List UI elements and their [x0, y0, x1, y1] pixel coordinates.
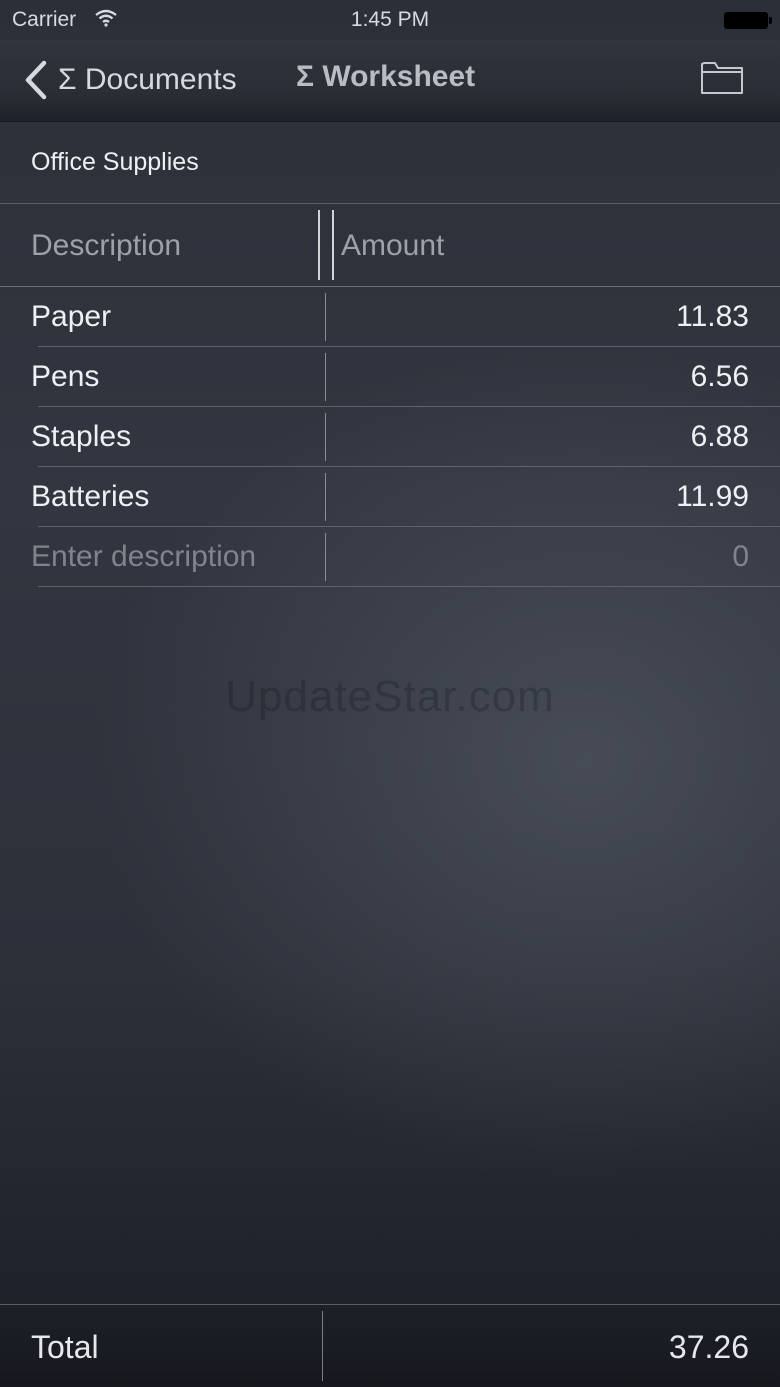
column-resize-handle[interactable]	[318, 210, 334, 280]
page-title: Σ Worksheet	[296, 60, 476, 93]
sheet-title-row[interactable]: Office Supplies	[0, 122, 780, 204]
description-cell[interactable]: Batteries	[31, 480, 149, 514]
table-row[interactable]: Pens 6.56	[0, 347, 780, 407]
navigation-bar: Σ Documents Σ Worksheet	[0, 40, 780, 122]
description-cell[interactable]: Paper	[31, 300, 111, 334]
watermark: UpdateStar.com	[225, 672, 555, 721]
amount-cell[interactable]: 6.88	[691, 420, 749, 454]
column-divider	[325, 533, 326, 581]
column-divider	[325, 413, 326, 461]
amount-cell[interactable]: 11.83	[676, 300, 749, 334]
amount-input[interactable]: 0	[732, 540, 749, 574]
battery-icon	[724, 12, 772, 29]
folder-icon[interactable]	[700, 58, 744, 101]
table-header: Description Amount	[0, 204, 780, 287]
total-label: Total	[31, 1329, 99, 1365]
column-header-description[interactable]: Description	[31, 229, 181, 263]
column-divider	[322, 1311, 323, 1381]
chevron-left-icon	[25, 60, 47, 100]
column-divider	[325, 473, 326, 521]
amount-cell[interactable]: 11.99	[676, 480, 749, 514]
description-cell[interactable]: Staples	[31, 420, 131, 454]
amount-cell[interactable]: 6.56	[691, 360, 749, 394]
table-row[interactable]: Batteries 11.99	[0, 467, 780, 527]
sheet-title: Office Supplies	[31, 148, 199, 176]
description-cell[interactable]: Pens	[31, 360, 99, 394]
column-header-amount[interactable]: Amount	[341, 229, 444, 263]
back-button-label: Σ Documents	[58, 63, 237, 96]
column-divider	[325, 353, 326, 401]
total-value: 37.26	[668, 1329, 749, 1365]
back-button[interactable]: Σ Documents	[22, 58, 237, 102]
table-body: Paper 11.83 Pens 6.56 Staples 6.88 Batte…	[0, 287, 780, 587]
total-bar: Total 37.26	[0, 1304, 780, 1387]
table-row[interactable]: Paper 11.83	[0, 287, 780, 347]
table-row[interactable]: Staples 6.88	[0, 407, 780, 467]
status-time: 1:45 PM	[350, 8, 430, 31]
status-bar: Carrier 1:45 PM	[0, 0, 780, 40]
column-divider	[325, 293, 326, 341]
description-input[interactable]: Enter description	[31, 540, 256, 574]
new-entry-row[interactable]: Enter description 0	[0, 527, 780, 587]
